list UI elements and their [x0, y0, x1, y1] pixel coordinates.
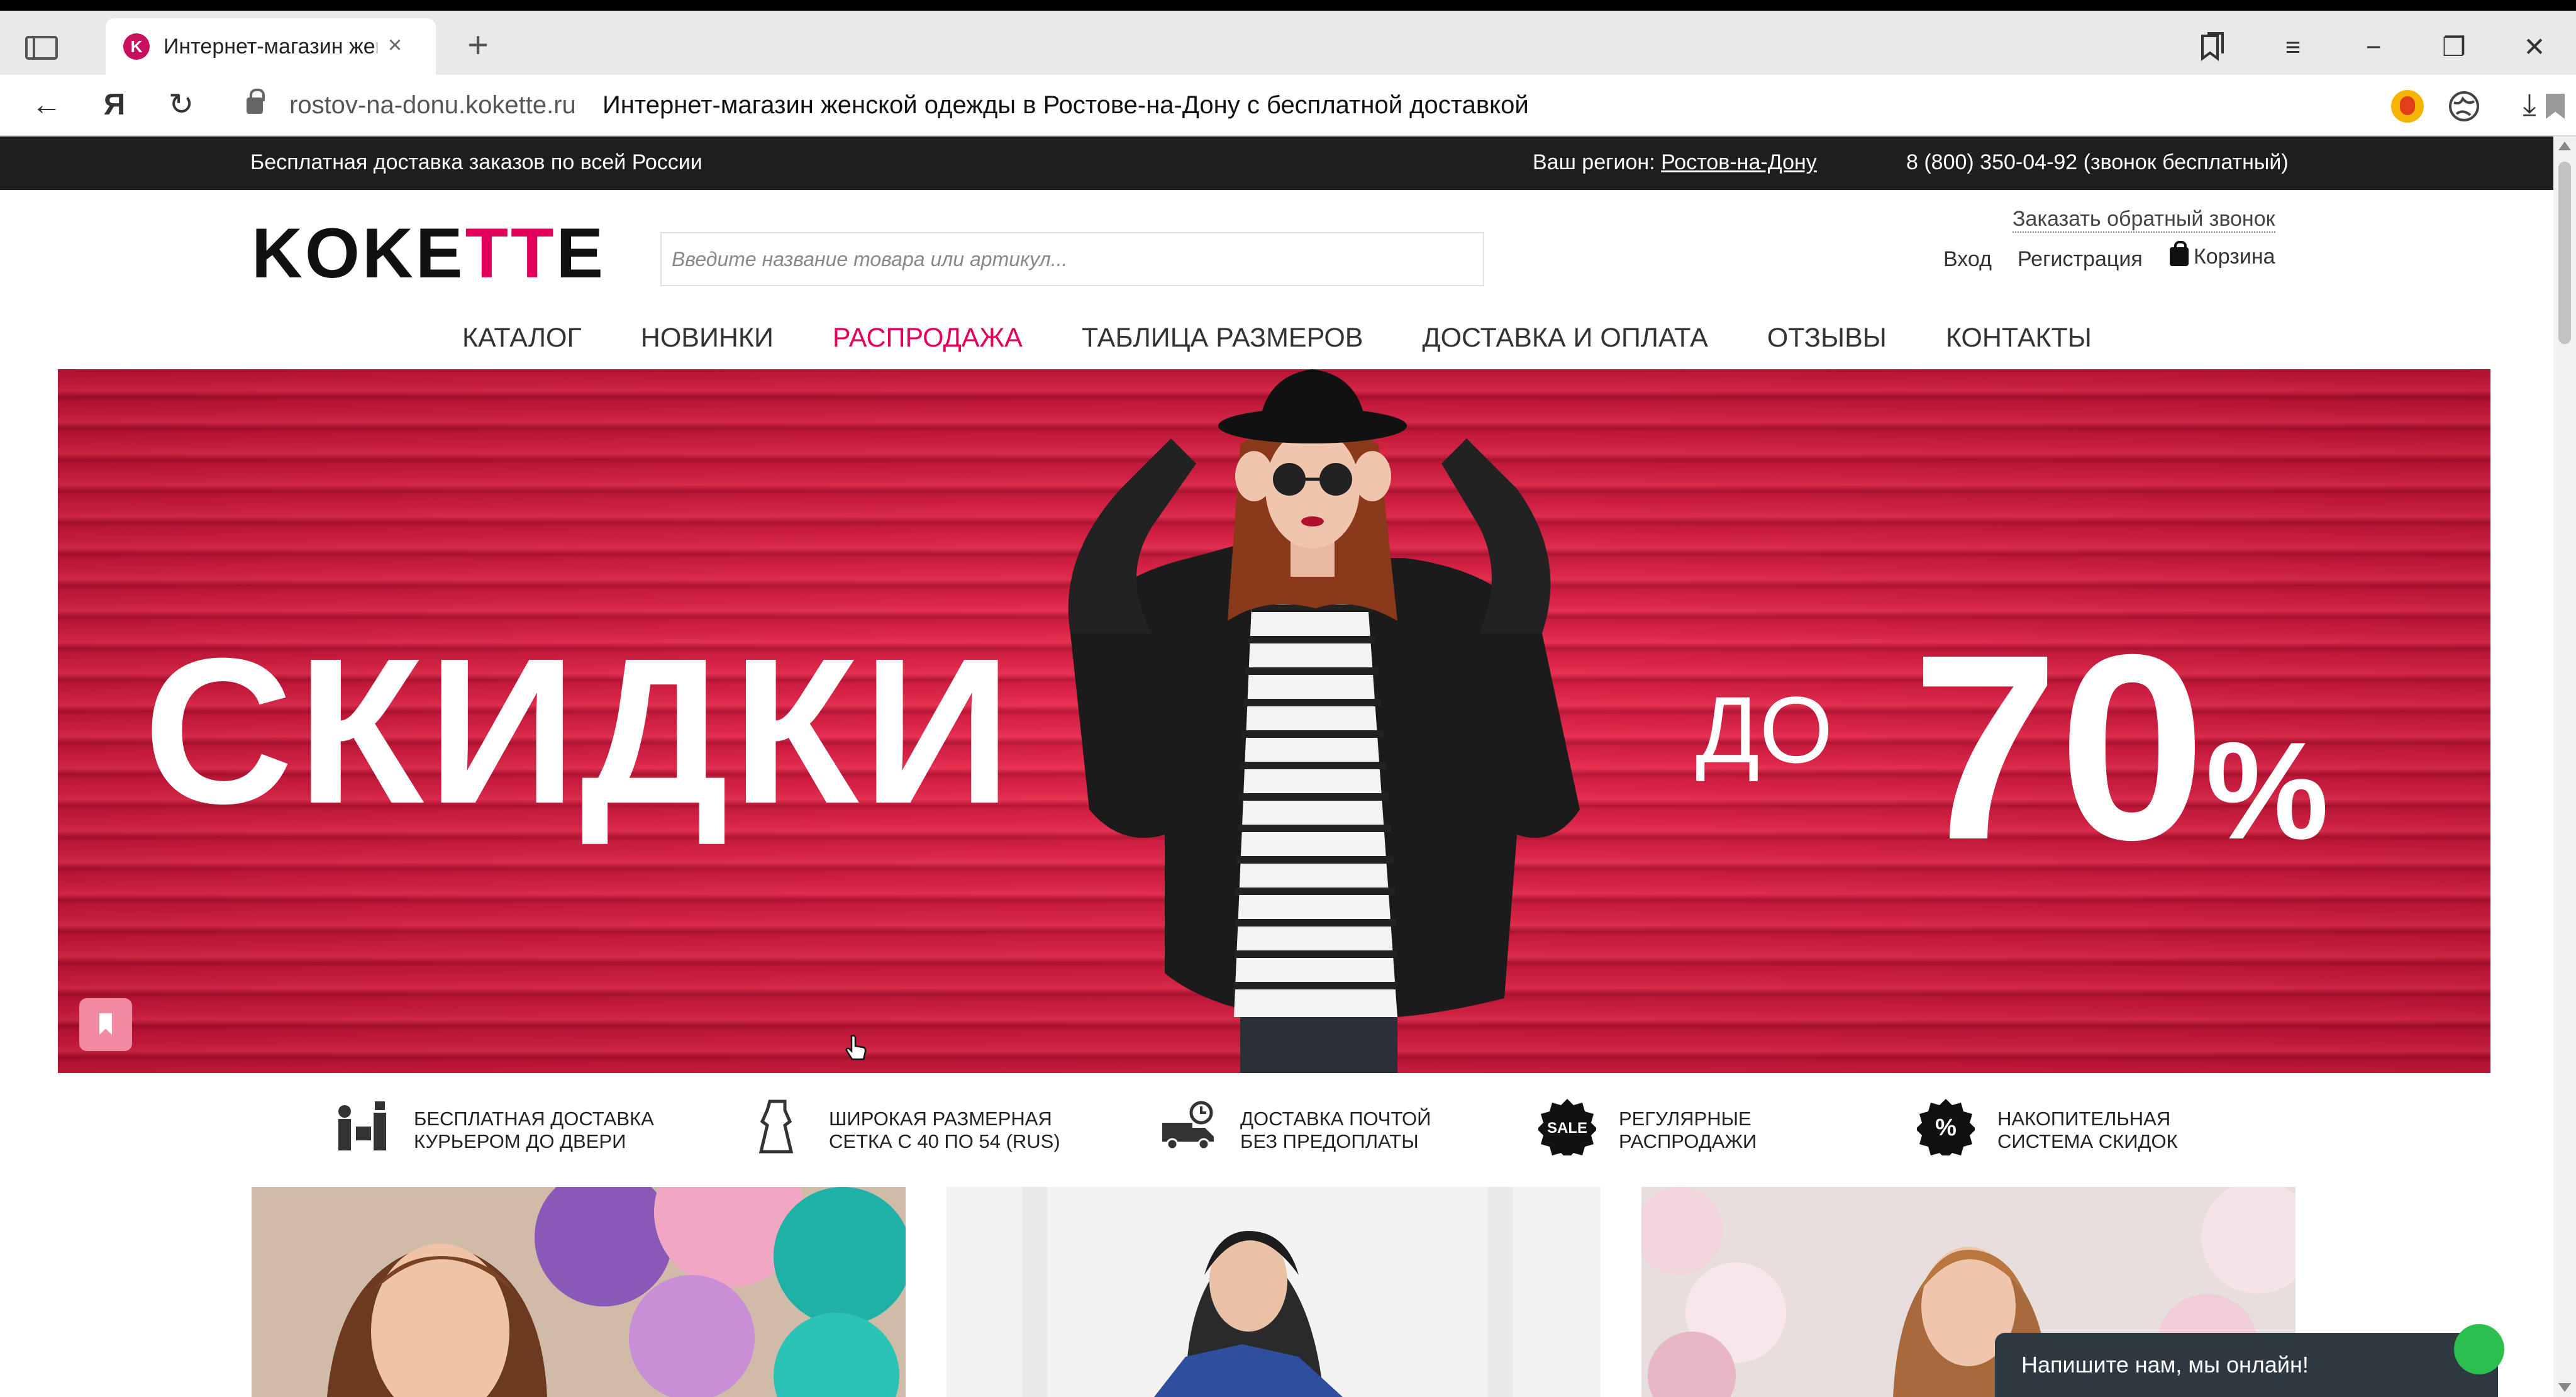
globe-icon[interactable]	[2448, 90, 2480, 123]
feature-line-1: Бесплатная доставка	[414, 1108, 654, 1130]
banner-discount: 70%	[1912, 616, 2329, 880]
region-label: Ваш регион:	[1533, 150, 1655, 174]
promo-banner[interactable]: СКИДКИ ДО 70%	[58, 369, 2490, 1073]
main-navigation: КАТАЛОГ НОВИНКИ РАСПРОДАЖА ТАБЛИЦА РАЗМЕРОВ…	[462, 323, 2151, 360]
back-button[interactable]: ←	[28, 87, 65, 123]
protect-extension-icon[interactable]	[2391, 90, 2424, 123]
info-bar: Бесплатная доставка заказов по всей Росс…	[0, 136, 2553, 190]
browser-menu-button[interactable]: ≡	[2274, 30, 2312, 65]
nav-item-new[interactable]: НОВИНКИ	[641, 323, 774, 353]
tab-bar: K Интернет-магазин жен × + ≡ − ❐ ✕	[0, 11, 2576, 75]
feature-line-1: Накопительная	[1997, 1108, 2171, 1130]
logo-text-end: E	[556, 214, 606, 292]
model-photo	[1068, 369, 1580, 1073]
region-link[interactable]: Ростов-на-Дону	[1661, 150, 1817, 174]
feature-line-2: система скидок	[1997, 1130, 2178, 1152]
minimize-button[interactable]: −	[2355, 30, 2392, 65]
category-card[interactable]	[252, 1187, 906, 1397]
online-status-indicator	[2454, 1324, 2504, 1374]
window-top-edge	[0, 0, 2576, 11]
feature-line-2: распродажи	[1619, 1130, 1757, 1152]
new-tab-button[interactable]: +	[462, 27, 494, 64]
delivery-truck-icon	[1162, 1101, 1214, 1150]
banner-prefix: ДО	[1696, 677, 1833, 782]
sidebar-toggle-icon[interactable]	[25, 36, 58, 60]
downloads-button[interactable]: ⤓	[2511, 87, 2548, 123]
feature-line-1: Доставка почтой	[1240, 1108, 1431, 1130]
feature-line-2: сетка с 40 по 54 (RUS)	[829, 1130, 1060, 1152]
yandex-home-button[interactable]: Я	[96, 87, 133, 123]
nav-item-reviews[interactable]: ОТЗЫВЫ	[1767, 323, 1887, 353]
tab-title: Интернет-магазин жен	[164, 35, 377, 58]
logo-text-start: KOKE	[252, 214, 465, 292]
address-bar-row: ← Я ↻ rostov-na-donu.kokette.ru Интернет…	[0, 75, 2576, 136]
bookmarks-panel-icon[interactable]	[2194, 30, 2231, 65]
web-page: Бесплатная доставка заказов по всей Росс…	[0, 136, 2553, 1397]
feature-text: Бесплатная доставка курьером до двери	[414, 1108, 741, 1153]
lock-icon[interactable]	[247, 89, 265, 114]
nav-item-contacts[interactable]: КОНТАКТЫ	[1946, 323, 2092, 353]
browser-tab[interactable]: K Интернет-магазин жен ×	[106, 18, 436, 75]
callback-link[interactable]: Заказать обратный звонок	[2012, 207, 2275, 233]
bookmark-image-icon[interactable]	[79, 998, 132, 1051]
percent-badge-icon: %	[1917, 1099, 1975, 1155]
feature-line-1: Широкая размерная	[829, 1108, 1052, 1130]
bookmark-icon[interactable]	[2546, 94, 2565, 119]
restore-button[interactable]: ❐	[2435, 30, 2473, 65]
scrollbar-thumb[interactable]	[2558, 162, 2571, 344]
card-photo-plaid	[947, 1187, 1601, 1397]
cart-link[interactable]: Корзина	[2170, 241, 2275, 269]
cart-label: Корзина	[2194, 245, 2275, 269]
phone-number: 8 (800) 350-04-92 (звонок бесплатный)	[1906, 150, 2289, 174]
banner-discount-value: 70	[1912, 600, 2206, 895]
category-card[interactable]	[947, 1187, 1601, 1397]
dress-size-icon	[758, 1099, 794, 1154]
courier-delivery-icon	[338, 1101, 386, 1150]
hand-cursor-icon	[845, 1035, 867, 1060]
address-field[interactable]: rostov-na-donu.kokette.ru Интернет-магаз…	[234, 81, 2565, 130]
kokette-favicon-icon: K	[123, 33, 150, 60]
feature-text: Доставка почтой без предоплаты	[1240, 1108, 1567, 1153]
sale-badge-icon: SALE	[1538, 1099, 1596, 1155]
feature-line-2: курьером до двери	[414, 1130, 626, 1152]
sale-badge-text: SALE	[1547, 1120, 1587, 1137]
search-input[interactable]	[660, 232, 1484, 286]
nav-item-catalog[interactable]: КАТАЛОГ	[462, 323, 582, 353]
logo-text-accent: TT	[465, 214, 557, 292]
close-window-button[interactable]: ✕	[2516, 30, 2553, 65]
feature-line-2: без предоплаты	[1240, 1130, 1419, 1152]
banner-headline: СКИДКИ	[143, 615, 1016, 847]
nav-item-delivery-payment[interactable]: ДОСТАВКА И ОПЛАТА	[1422, 323, 1707, 353]
nav-item-size-chart[interactable]: ТАБЛИЦА РАЗМЕРОВ	[1082, 323, 1363, 353]
nav-item-sale[interactable]: РАСПРОДАЖА	[833, 323, 1023, 353]
shopping-bag-icon	[2170, 241, 2189, 266]
url-domain: rostov-na-donu.kokette.ru	[289, 91, 576, 119]
url-page-title: Интернет-магазин женской одежды в Ростов…	[602, 91, 1529, 119]
register-link[interactable]: Регистрация	[2018, 247, 2143, 272]
feature-line-1: Регулярные	[1619, 1108, 1752, 1130]
online-chat-widget[interactable]: Напишите нам, мы онлайн!	[1995, 1324, 2504, 1397]
scroll-down-arrow-icon[interactable]	[2558, 1383, 2571, 1392]
reload-button[interactable]: ↻	[162, 87, 200, 123]
percent-badge-text: %	[1935, 1115, 1957, 1141]
card-photo-balloons	[252, 1187, 906, 1397]
login-link[interactable]: Вход	[1943, 247, 1992, 272]
kokette-logo[interactable]: KOKETTE	[252, 218, 606, 289]
chat-label: Напишите нам, мы онлайн!	[2021, 1352, 2309, 1378]
scroll-up-arrow-icon[interactable]	[2558, 142, 2571, 150]
tab-close-button[interactable]: ×	[382, 31, 408, 60]
free-delivery-notice: Бесплатная доставка заказов по всей Росс…	[250, 150, 702, 174]
banner-discount-unit: %	[2206, 713, 2329, 868]
feature-text: Широкая размерная сетка с 40 по 54 (RUS)	[829, 1108, 1156, 1153]
region-selector[interactable]: Ваш регион: Ростов-на-Дону	[1533, 150, 1817, 175]
feature-text: Накопительная система скидок	[1997, 1108, 2324, 1153]
feature-text: Регулярные распродажи	[1619, 1108, 1946, 1153]
page-scrollbar[interactable]	[2553, 136, 2576, 1397]
